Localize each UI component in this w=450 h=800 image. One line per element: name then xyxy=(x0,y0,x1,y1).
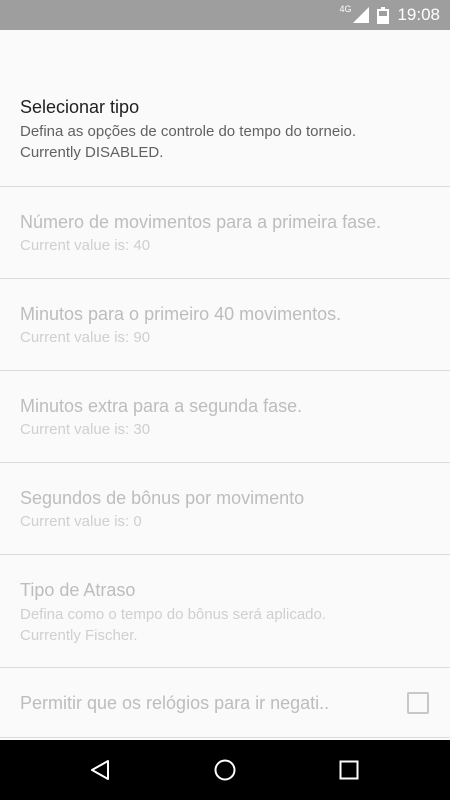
back-icon[interactable] xyxy=(88,758,112,782)
pref-summary-status: Currently DISABLED. xyxy=(20,144,164,161)
pref-title: Tipo de Atraso xyxy=(20,580,136,600)
status-bar: 4G 19:08 xyxy=(0,0,450,30)
pref-summary: Defina as opções de controle do tempo do… xyxy=(20,123,357,140)
allow-negative-checkbox[interactable] xyxy=(407,691,429,714)
pref-summary: Current value is: 0 xyxy=(20,513,142,530)
recent-apps-icon[interactable] xyxy=(337,758,361,782)
pref-title: Segundos de bônus por movimento xyxy=(20,488,305,508)
pref-summary: Current value is: 90 xyxy=(20,329,151,346)
pref-title: Minutos para o primeiro 40 movimentos. xyxy=(20,304,342,324)
pref-extra-minutes-second-phase[interactable]: Minutos extra para a segunda fase. Curre… xyxy=(0,371,450,463)
pref-summary-status: Currently Fischer. xyxy=(20,627,138,644)
pref-minutes-first-moves[interactable]: Minutos para o primeiro 40 movimentos. C… xyxy=(0,279,450,371)
battery-icon xyxy=(377,6,390,24)
pref-summary: Defina como o tempo do bônus será aplica… xyxy=(20,606,327,623)
pref-summary: Current value is: 30 xyxy=(20,421,151,438)
pref-title: Selecionar tipo xyxy=(20,97,140,117)
pref-title: Minutos extra para a segunda fase. xyxy=(20,396,303,416)
pref-moves-first-phase[interactable]: Número de movimentos para a primeira fas… xyxy=(0,187,450,279)
navigation-bar xyxy=(0,740,450,800)
network-type-label: 4G xyxy=(339,4,352,14)
pref-select-type[interactable]: Selecionar tipo Defina as opções de cont… xyxy=(0,96,450,187)
status-clock: 19:08 xyxy=(397,5,440,24)
preference-list: Selecionar tipo Defina as opções de cont… xyxy=(0,96,450,738)
pref-allow-negative-clocks[interactable]: Permitir que os relógios para ir negati.… xyxy=(0,668,450,738)
home-icon[interactable] xyxy=(213,758,237,782)
pref-summary: Current value is: 40 xyxy=(20,237,151,254)
settings-content: Selecionar tipo Defina as opções de cont… xyxy=(0,30,450,740)
pref-delay-type[interactable]: Tipo de Atraso Defina como o tempo do bô… xyxy=(0,555,450,668)
pref-title: Permitir que os relógios para ir negati.… xyxy=(20,692,330,713)
signal-icon xyxy=(353,7,370,23)
pref-title: Número de movimentos para a primeira fas… xyxy=(20,212,382,232)
pref-bonus-seconds[interactable]: Segundos de bônus por movimento Current … xyxy=(0,463,450,555)
